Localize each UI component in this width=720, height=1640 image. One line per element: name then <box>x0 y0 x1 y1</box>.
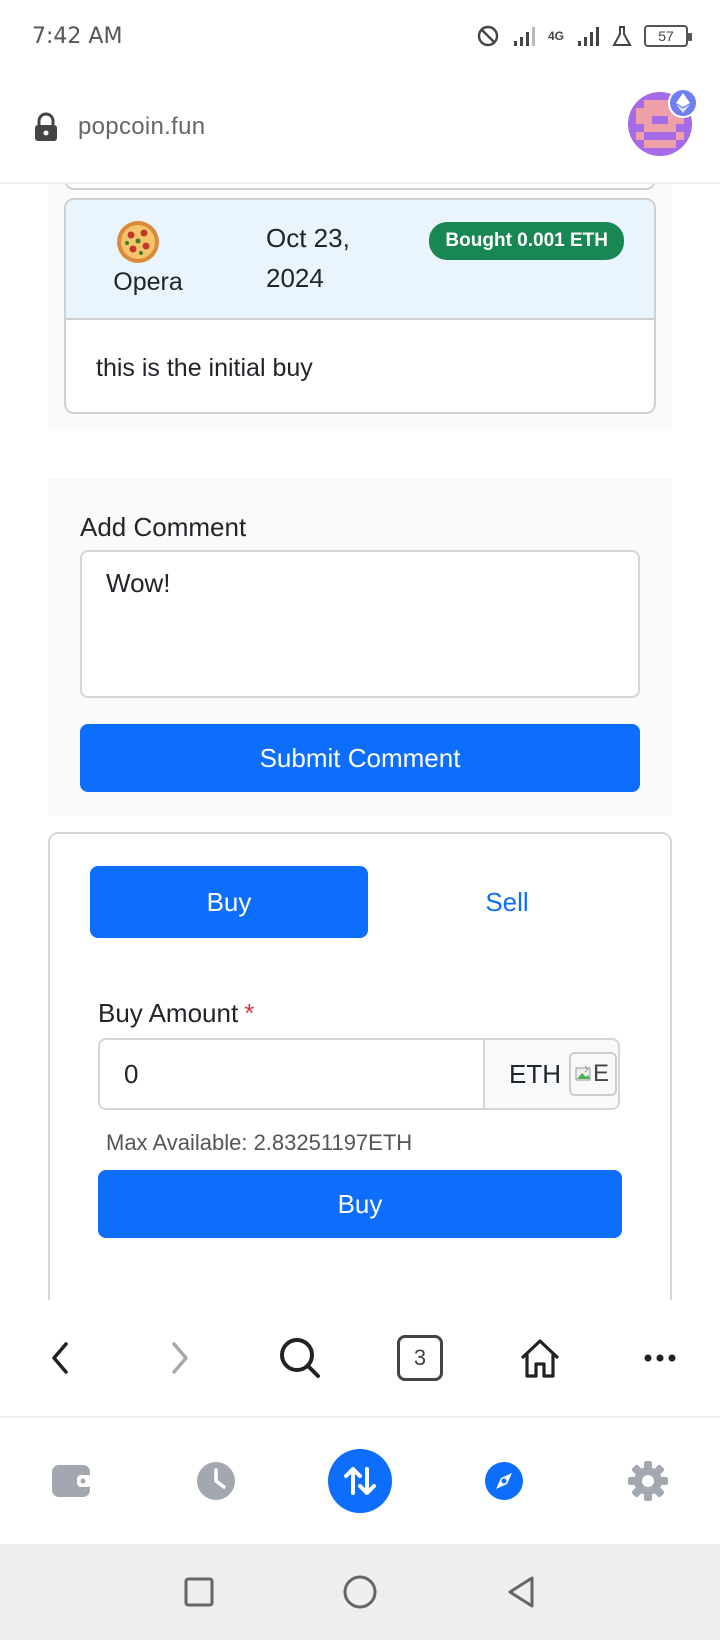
submit-comment-button[interactable]: Submit Comment <box>80 724 640 792</box>
system-nav-bar <box>0 1544 720 1640</box>
back-button[interactable] <box>20 1318 100 1398</box>
currency-label: ETH <box>509 1058 561 1089</box>
comment-text: this is the initial buy <box>96 354 313 382</box>
status-icons: 4G 57 <box>476 24 692 48</box>
nav-swap[interactable] <box>320 1441 400 1521</box>
forward-button[interactable] <box>140 1318 220 1398</box>
status-bar: 7:42 AM 4G 57 <box>0 0 720 72</box>
battery-level: 57 <box>658 28 674 44</box>
ethereum-network-icon <box>668 88 698 118</box>
status-time: 7:42 AM <box>32 23 123 49</box>
wallet-icon <box>52 1465 92 1497</box>
flask-icon <box>612 26 632 46</box>
home-circle-icon[interactable] <box>343 1575 377 1609</box>
tab-buy[interactable]: Buy <box>90 866 368 938</box>
signal-icon <box>513 27 535 46</box>
nav-wallet[interactable] <box>32 1441 112 1521</box>
clock-icon <box>197 1462 235 1500</box>
compass-icon <box>485 1462 523 1500</box>
back-triangle-icon[interactable] <box>506 1575 536 1609</box>
url-text[interactable]: popcoin.fun <box>78 113 205 141</box>
network-type: 4G <box>547 28 564 43</box>
nav-activity[interactable] <box>176 1441 256 1521</box>
tabs-button[interactable]: 3 <box>380 1318 460 1398</box>
more-button[interactable] <box>620 1318 700 1398</box>
search-icon <box>280 1338 320 1378</box>
nav-explore[interactable] <box>464 1441 544 1521</box>
trade-card: Buy Sell Buy Amount* ETH E Max Available… <box>48 832 672 1300</box>
comment-input[interactable]: Wow! <box>80 550 640 698</box>
battery-icon: 57 <box>644 25 692 47</box>
app-bottom-nav <box>0 1418 720 1544</box>
comment-user-name[interactable]: Opera <box>86 268 210 297</box>
buy-amount-input[interactable] <box>100 1040 485 1108</box>
more-dots-icon <box>644 1354 676 1362</box>
comment-header: Opera Oct 23, 2024 Bought 0.001 ETH <box>66 200 654 320</box>
add-comment-section: Add Comment Wow! Submit Comment <box>48 478 672 816</box>
chevron-right-icon <box>172 1342 188 1374</box>
max-available: Max Available: 2.83251197ETH <box>106 1130 413 1155</box>
home-icon <box>520 1339 560 1378</box>
trade-badge: Bought 0.001 ETH <box>429 222 624 260</box>
buy-amount-label: Buy Amount * <box>98 998 254 1029</box>
page-content[interactable]: Opera Oct 23, 2024 Bought 0.001 ETH this… <box>0 184 720 1300</box>
broken-image-icon: E <box>569 1052 617 1096</box>
nav-settings[interactable] <box>608 1441 688 1521</box>
required-mark: * <box>244 998 255 1028</box>
add-comment-label: Add Comment <box>80 512 247 542</box>
tab-sell[interactable]: Sell <box>368 866 646 938</box>
home-button[interactable] <box>500 1318 580 1398</box>
search-button[interactable] <box>260 1318 340 1398</box>
swap-icon <box>328 1449 392 1513</box>
tab-count: 3 <box>397 1335 443 1381</box>
previous-comment-card <box>64 184 656 190</box>
currency-addon: ETH E <box>485 1040 618 1108</box>
chevron-left-icon <box>52 1342 68 1374</box>
buy-amount-label-text: Buy Amount <box>98 998 239 1028</box>
gear-icon <box>628 1461 668 1501</box>
user-avatar-pizza-icon <box>117 221 159 263</box>
buy-amount-group: ETH E <box>98 1038 620 1110</box>
lock-icon <box>35 112 57 141</box>
recents-square-icon[interactable] <box>184 1577 214 1607</box>
buy-button[interactable]: Buy <box>98 1170 622 1238</box>
comment-date: Oct 23, 2024 <box>266 223 350 293</box>
url-bar[interactable]: popcoin.fun <box>0 72 720 184</box>
comment-card: Opera Oct 23, 2024 Bought 0.001 ETH this… <box>64 198 656 414</box>
browser-toolbar: 3 <box>0 1300 720 1418</box>
do-not-disturb-icon <box>477 25 499 47</box>
broken-image-alt: E <box>593 1060 610 1087</box>
signal-icon-2 <box>578 27 599 46</box>
